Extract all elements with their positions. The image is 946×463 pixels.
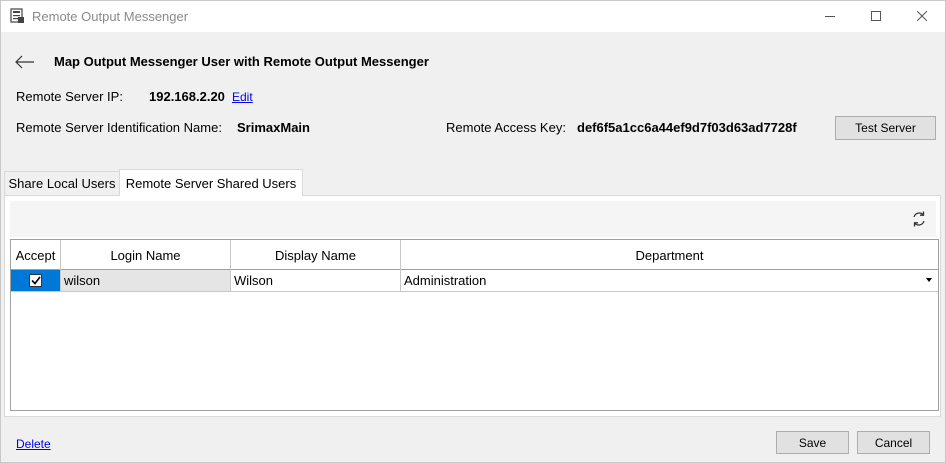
minimize-button[interactable] (807, 1, 853, 32)
maximize-icon (871, 9, 881, 24)
remote-server-ip-value: 192.168.2.20 (149, 89, 225, 104)
minimize-icon (825, 9, 835, 24)
close-button[interactable] (899, 1, 945, 32)
tab-panel: Accept Login Name Display Name Departmen… (4, 195, 941, 417)
grid-header: Accept Login Name Display Name Departmen… (11, 240, 938, 270)
save-button[interactable]: Save (776, 431, 849, 454)
check-icon (30, 273, 41, 288)
app-icon (10, 8, 25, 24)
remote-server-ip-label: Remote Server IP: (16, 89, 123, 104)
grid-toolbar (10, 201, 936, 237)
back-arrow-icon[interactable] (15, 55, 35, 69)
delete-link[interactable]: Delete (16, 437, 51, 451)
maximize-button[interactable] (853, 1, 899, 32)
identification-name-label: Remote Server Identification Name: (16, 120, 222, 135)
test-server-button[interactable]: Test Server (835, 116, 936, 140)
column-header-display-name[interactable]: Display Name (231, 240, 401, 270)
title-bar[interactable]: Remote Output Messenger (1, 1, 945, 32)
close-icon (916, 9, 928, 24)
access-key-label: Remote Access Key: (446, 120, 566, 135)
department-value: Administration (404, 273, 487, 288)
identification-name-value: SrimaxMain (237, 120, 310, 135)
window-title: Remote Output Messenger (32, 9, 189, 24)
display-name-cell[interactable]: Wilson (231, 270, 401, 291)
accept-cell[interactable] (11, 270, 61, 291)
accept-checkbox[interactable] (29, 274, 42, 287)
column-header-accept[interactable]: Accept (11, 240, 61, 270)
dropdown-arrow-icon[interactable] (926, 278, 932, 282)
cancel-button[interactable]: Cancel (857, 431, 930, 454)
refresh-icon[interactable] (911, 210, 927, 228)
column-header-login-name[interactable]: Login Name (61, 240, 231, 270)
edit-link[interactable]: Edit (232, 90, 253, 104)
page-title: Map Output Messenger User with Remote Ou… (54, 54, 429, 69)
tab-share-local-users[interactable]: Share Local Users (4, 171, 120, 195)
window: Remote Output Messenger Map Output Messe… (0, 0, 946, 463)
table-row[interactable]: wilson Wilson Administration (11, 270, 938, 292)
login-name-cell[interactable]: wilson (61, 270, 231, 291)
department-select[interactable]: Administration (401, 270, 938, 291)
column-header-department[interactable]: Department (401, 240, 938, 270)
tab-remote-server-shared-users[interactable]: Remote Server Shared Users (119, 169, 303, 196)
users-grid: Accept Login Name Display Name Departmen… (10, 239, 939, 411)
access-key-value: def6f5a1cc6a44ef9d7f03d63ad7728f (577, 120, 797, 135)
